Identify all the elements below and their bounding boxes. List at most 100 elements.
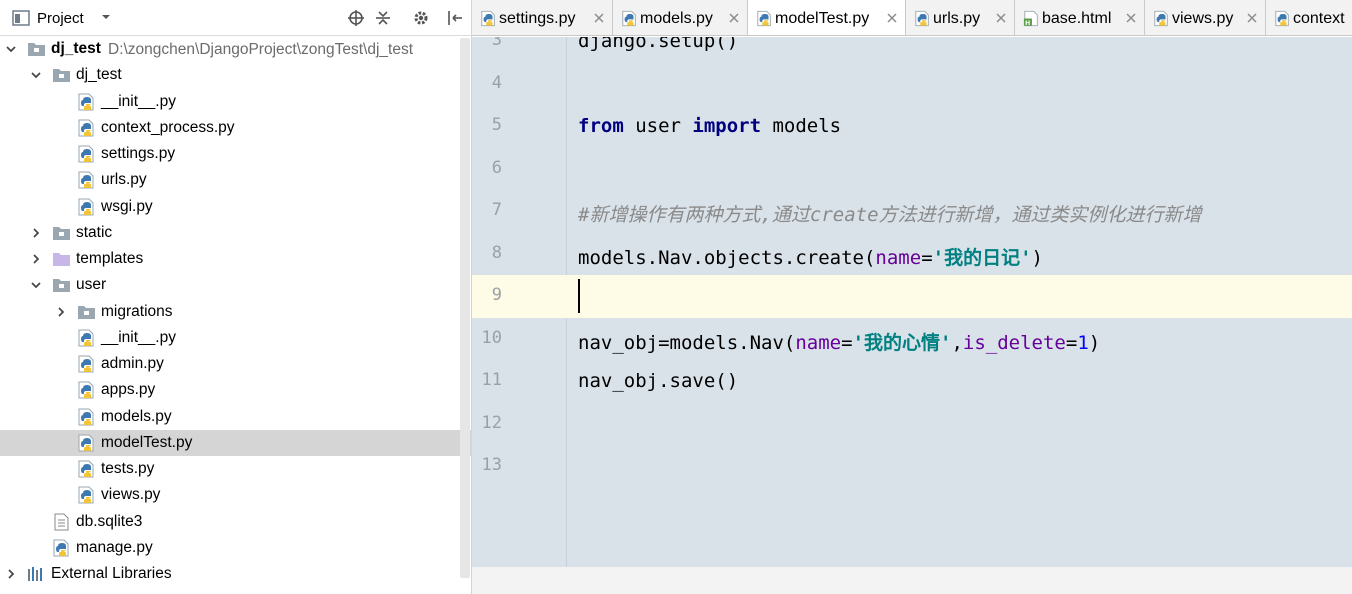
- code-text: nav_obj=models.Nav(name='我的心情',is_delete…: [578, 328, 1100, 355]
- tree-item[interactable]: urls.py: [0, 167, 472, 193]
- code-area[interactable]: 3 django.setup() 4 5 from user import models…: [472, 37, 1352, 567]
- tab-label: base.html: [1042, 10, 1112, 27]
- line-number: 7: [491, 200, 502, 220]
- tree-item[interactable]: migrations: [0, 299, 472, 325]
- chevron-right-icon[interactable]: [30, 253, 42, 265]
- python-file-icon: [78, 145, 94, 163]
- tree-item[interactable]: user: [0, 272, 472, 298]
- code-token: =: [841, 331, 853, 354]
- tree-item[interactable]: context_process.py: [0, 115, 472, 141]
- tree-item[interactable]: apps.py: [0, 377, 472, 403]
- folder-icon: [53, 279, 70, 293]
- close-icon[interactable]: [887, 13, 897, 23]
- line-number: 3: [491, 37, 502, 50]
- tree-item[interactable]: settings.py: [0, 141, 472, 167]
- editor-tab[interactable]: urls.py: [906, 0, 1015, 35]
- code-token: name: [875, 246, 922, 269]
- panel-title[interactable]: Project: [37, 10, 84, 27]
- close-icon[interactable]: [594, 13, 604, 23]
- code-line[interactable]: 7 #新增操作有两种方式,通过create方法进行新增，通过类实例化进行新增: [472, 190, 1352, 233]
- close-icon[interactable]: [729, 13, 739, 23]
- project-view-icon[interactable]: [12, 9, 30, 27]
- tree-item[interactable]: __init__.py: [0, 89, 472, 115]
- chevron-right-icon[interactable]: [55, 306, 67, 318]
- close-icon[interactable]: [996, 13, 1006, 23]
- close-icon[interactable]: [1247, 13, 1257, 23]
- hide-panel-icon[interactable]: [446, 9, 464, 27]
- editor-tab[interactable]: Hbase.html: [1015, 0, 1145, 35]
- tree-item[interactable]: External Libraries: [0, 561, 472, 587]
- code-line[interactable]: 10 nav_obj=models.Nav(name='我的心情',is_dele…: [472, 318, 1352, 361]
- code-token: =: [1065, 331, 1078, 354]
- locate-icon[interactable]: [347, 9, 365, 27]
- line-number: 10: [481, 327, 502, 348]
- python-file-icon: [915, 10, 929, 27]
- editor-tab[interactable]: views.py: [1145, 0, 1266, 35]
- editor-tab[interactable]: context: [1266, 0, 1352, 35]
- python-file-icon: [78, 198, 94, 215]
- code-token: ,: [951, 331, 963, 354]
- tab-label: views.py: [1172, 10, 1234, 27]
- editor-tab[interactable]: models.py: [613, 0, 748, 35]
- chevron-right-icon[interactable]: [5, 568, 17, 580]
- line-number: 9: [491, 285, 502, 305]
- tree-item[interactable]: admin.py: [0, 351, 472, 377]
- tree-item-label: user: [76, 276, 107, 294]
- tree-item[interactable]: __init__.py: [0, 325, 472, 351]
- tree-item[interactable]: db.sqlite3: [0, 509, 472, 535]
- code-text: models.Nav.objects.create(name='我的日记'): [578, 243, 1043, 270]
- chevron-down-icon[interactable]: [5, 43, 17, 55]
- editor: settings.py models.py modelTest.py urls.py H…: [472, 0, 1352, 594]
- code-line[interactable]: 11 nav_obj.save(): [472, 360, 1352, 403]
- tree-item-label: wsgi.py: [101, 197, 153, 215]
- editor-tab[interactable]: settings.py: [472, 0, 613, 35]
- tree-item-label: dj_test: [76, 66, 122, 84]
- tab-label: modelTest.py: [775, 10, 870, 27]
- tree-item-label: context_process.py: [101, 118, 235, 136]
- tree-item-label: apps.py: [101, 381, 156, 399]
- chevron-right-icon[interactable]: [30, 227, 42, 239]
- tree-item[interactable]: manage.py: [0, 535, 472, 561]
- python-file-icon: [1154, 10, 1168, 27]
- current-line[interactable]: 9: [472, 275, 1352, 318]
- tree-item-label: models.py: [101, 407, 172, 425]
- folder-icon: [53, 69, 70, 83]
- editor-tab[interactable]: modelTest.py: [748, 0, 906, 35]
- code-token: is_delete: [962, 331, 1066, 354]
- code-token: ): [1088, 331, 1101, 354]
- gear-icon[interactable]: [412, 9, 430, 27]
- tree-item-label: modelTest.py: [101, 433, 193, 451]
- chevron-down-icon[interactable]: [30, 69, 42, 81]
- tree-item[interactable]: wsgi.py: [0, 194, 472, 220]
- code-line[interactable]: 3 django.setup(): [472, 37, 1352, 63]
- code-text: django.setup(): [578, 37, 738, 52]
- scrollbar[interactable]: [460, 38, 470, 578]
- tree-item[interactable]: dj_test D:\zongchen\DjangoProject\zongTes…: [0, 36, 472, 62]
- python-file-icon: [53, 539, 69, 557]
- tree-item[interactable]: dj_test: [0, 62, 472, 88]
- code-line[interactable]: 4: [472, 63, 1352, 106]
- code-line[interactable]: 13: [472, 445, 1352, 488]
- code-token: ): [1031, 246, 1043, 269]
- tree-item[interactable]: modelTest.py: [0, 429, 472, 456]
- tree-item[interactable]: tests.py: [0, 456, 472, 482]
- chevron-down-icon[interactable]: [30, 279, 42, 291]
- chevron-down-icon[interactable]: [100, 11, 112, 23]
- code-line[interactable]: 6: [472, 148, 1352, 191]
- python-file-icon: [622, 10, 636, 27]
- tree-item[interactable]: static: [0, 220, 472, 246]
- code-line[interactable]: 5 from user import models: [472, 105, 1352, 148]
- code-line[interactable]: 8 models.Nav.objects.create(name='我的日记'): [472, 233, 1352, 276]
- tree-item[interactable]: models.py: [0, 404, 472, 430]
- tree-item[interactable]: templates: [0, 246, 472, 272]
- close-icon[interactable]: [1126, 13, 1136, 23]
- tree-item-label: urls.py: [101, 171, 147, 189]
- python-file-icon: [757, 10, 771, 27]
- tree-item-label: tests.py: [101, 460, 155, 477]
- code-line[interactable]: 12: [472, 403, 1352, 446]
- tree-item-label: dj_test: [51, 40, 101, 57]
- collapse-all-icon[interactable]: [374, 9, 392, 27]
- text-caret: [578, 279, 580, 313]
- tab-label: models.py: [640, 10, 713, 27]
- tree-item[interactable]: views.py: [0, 482, 472, 508]
